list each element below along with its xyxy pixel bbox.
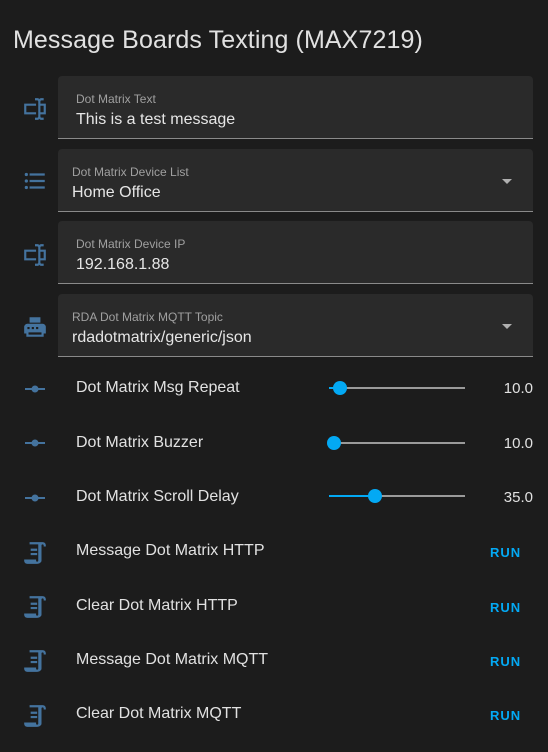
mqtt-topic-select[interactable]: RDA Dot Matrix MQTT Topic rdadotmatrix/g…	[58, 294, 533, 357]
scroll-delay-slider[interactable]	[329, 486, 465, 506]
list-icon	[22, 168, 48, 194]
field-label: Dot Matrix Device List	[72, 165, 189, 179]
slider-thumb[interactable]	[368, 489, 383, 503]
field-label: RDA Dot Matrix MQTT Topic	[72, 310, 223, 324]
slider-thumb[interactable]	[332, 381, 347, 395]
script-label: Clear Dot Matrix HTTP	[76, 597, 238, 614]
script-icon	[22, 648, 48, 674]
slider-track	[329, 387, 465, 389]
script-icon	[22, 594, 48, 620]
field-label: Dot Matrix Text	[76, 92, 156, 106]
dot-matrix-text-field[interactable]: Dot Matrix Text This is a test message	[58, 76, 533, 139]
slider-value: 35.0	[503, 489, 533, 506]
slider-value: 10.0	[503, 380, 533, 397]
script-label: Message Dot Matrix HTTP	[76, 542, 265, 559]
field-value: rdadotmatrix/generic/json	[72, 329, 252, 346]
printer-icon	[22, 314, 48, 340]
script-icon	[22, 703, 48, 729]
slider-thumb[interactable]	[327, 436, 342, 450]
run-button[interactable]: RUN	[490, 654, 521, 669]
device-list-select[interactable]: Dot Matrix Device List Home Office	[58, 149, 533, 212]
slider-label: Dot Matrix Msg Repeat	[76, 379, 240, 396]
script-icon	[22, 540, 48, 566]
card-title: Message Boards Texting (MAX7219)	[13, 26, 423, 54]
slider-value: 10.0	[503, 435, 533, 452]
dropdown-arrow-icon[interactable]	[502, 179, 512, 184]
script-label: Clear Dot Matrix MQTT	[76, 705, 242, 722]
slider-label: Dot Matrix Scroll Delay	[76, 488, 239, 505]
run-button[interactable]: RUN	[490, 545, 521, 560]
textbox-icon	[22, 96, 48, 122]
slider-icon	[22, 430, 48, 456]
slider-icon	[22, 485, 48, 511]
run-button[interactable]: RUN	[490, 708, 521, 723]
field-label: Dot Matrix Device IP	[76, 237, 186, 251]
script-label: Message Dot Matrix MQTT	[76, 651, 269, 668]
field-value[interactable]: 192.168.1.88	[76, 256, 169, 274]
slider-icon	[22, 376, 48, 402]
field-value: Home Office	[72, 184, 161, 201]
buzzer-slider[interactable]	[327, 433, 465, 453]
msg-repeat-slider[interactable]	[329, 378, 465, 398]
device-ip-field[interactable]: Dot Matrix Device IP 192.168.1.88	[58, 221, 533, 284]
entities-card: Message Boards Texting (MAX7219) Dot Mat…	[0, 0, 548, 752]
run-button[interactable]: RUN	[490, 600, 521, 615]
dropdown-arrow-icon[interactable]	[502, 324, 512, 329]
textbox-icon	[22, 242, 48, 268]
slider-label: Dot Matrix Buzzer	[76, 434, 204, 451]
field-value[interactable]: This is a test message	[76, 111, 235, 129]
slider-track	[329, 442, 465, 444]
